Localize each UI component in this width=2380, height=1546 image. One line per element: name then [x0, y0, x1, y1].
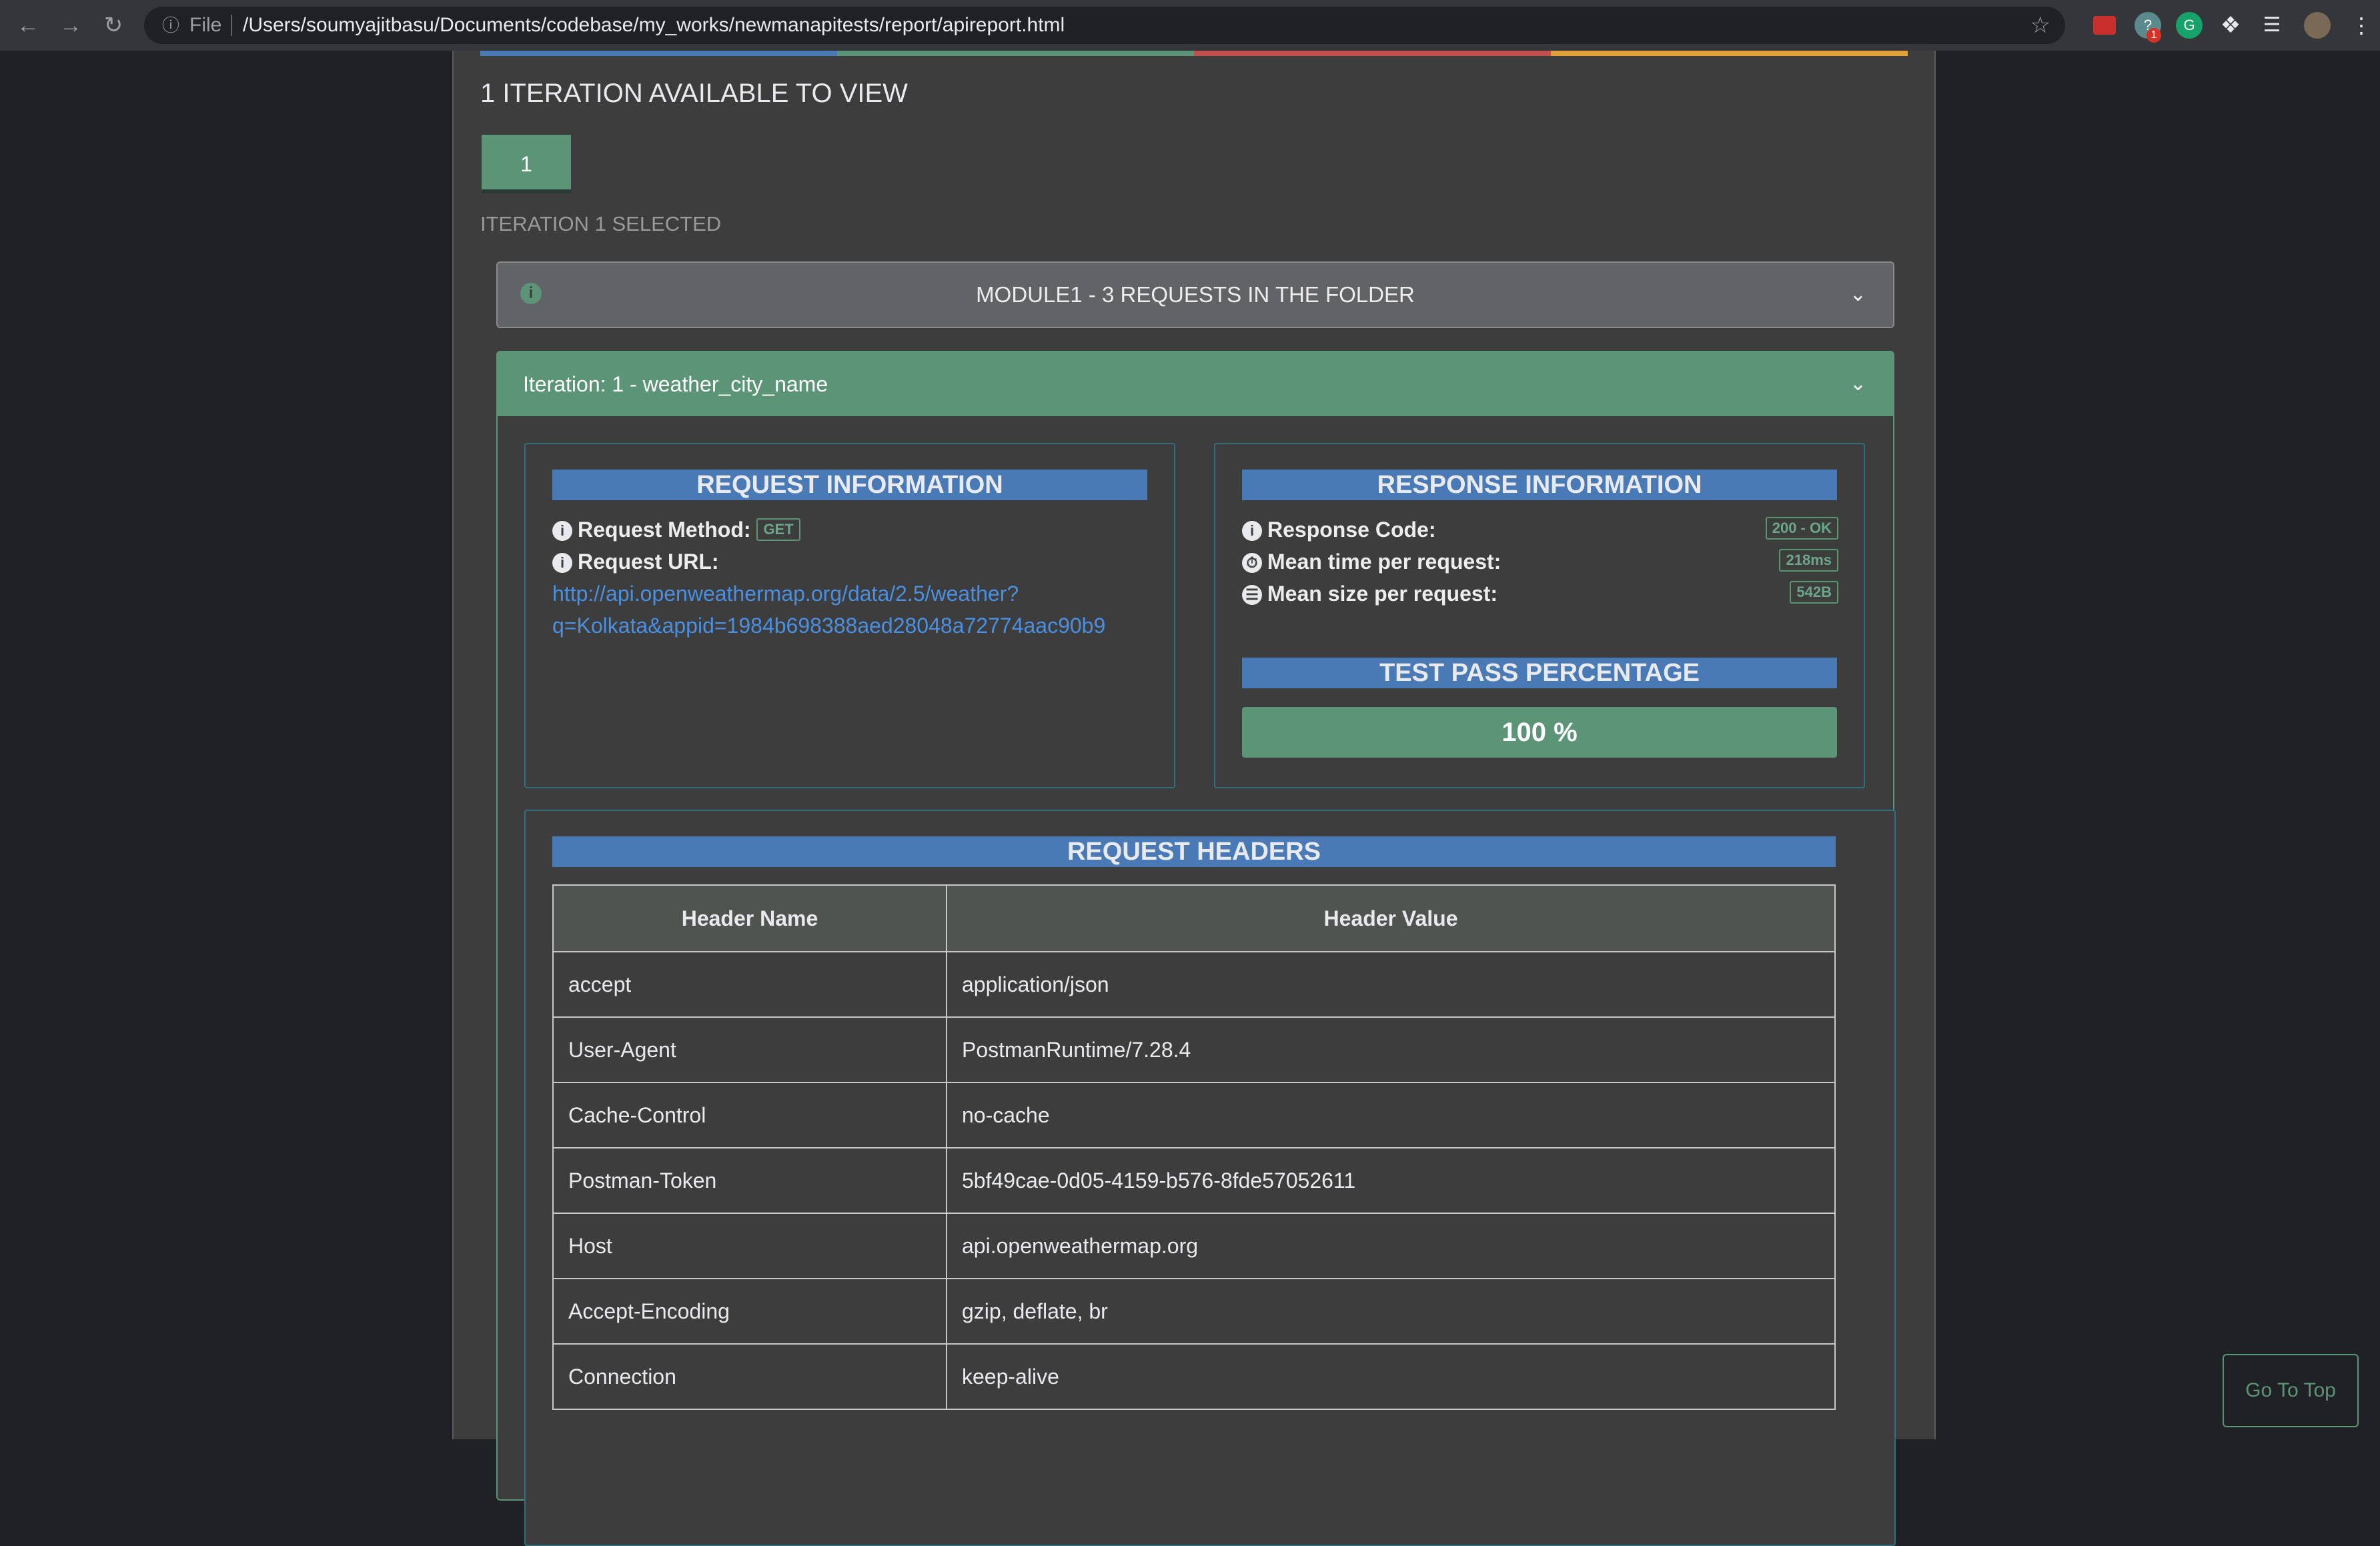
grammarly-icon[interactable]: G: [2176, 12, 2203, 39]
iteration-card: Iteration: 1 - weather_city_name ⌄ REQUE…: [496, 351, 1896, 1546]
test-pass-bar: 100 %: [1242, 707, 1837, 758]
request-url-row: i Request URL:: [552, 550, 719, 574]
mean-size-label: Mean size per request:: [1267, 582, 1498, 606]
table-row: accept application/json: [552, 951, 1836, 1018]
chevron-down-icon[interactable]: ⌄: [1850, 263, 1866, 327]
iteration-card-title: Iteration: 1 - weather_city_name: [523, 372, 828, 396]
back-icon[interactable]: ←: [12, 9, 44, 41]
database-icon: ☰: [1242, 585, 1262, 605]
scheme-label: File: [189, 14, 222, 36]
mean-time-label: Mean time per request:: [1267, 550, 1502, 574]
response-information-box: RESPONSE INFORMATION i Response Code: 200…: [1214, 443, 1865, 788]
mean-time-value-wrap: 218ms: [1779, 548, 1838, 573]
extension-badge: 1: [2147, 28, 2161, 43]
color-stripe: [480, 51, 1908, 56]
header-name-cell: Postman-Token: [552, 1147, 947, 1214]
column-header: Header Name: [552, 884, 947, 952]
module-accordion[interactable]: i MODULE1 - 3 REQUESTS IN THE FOLDER ⌄: [496, 261, 1894, 328]
request-url-line2[interactable]: q=Kolkata&appid=1984b698388aed28048a7277…: [552, 610, 1105, 642]
response-code-badge: 200 - OK: [1765, 517, 1838, 540]
request-headers-table: Header Name Header Value accept applicati…: [552, 884, 1836, 1410]
mean-size-row: ☰ Mean size per request:: [1242, 582, 1498, 606]
info-circle-icon: i: [552, 521, 572, 541]
request-url-link[interactable]: http://api.openweathermap.org/data/2.5/w…: [552, 578, 1105, 642]
request-headers-title: REQUEST HEADERS: [552, 836, 1836, 867]
mean-size-badge: 542B: [1790, 581, 1838, 604]
header-value-cell: application/json: [946, 951, 1836, 1018]
url-text[interactable]: /Users/soumyajitbasu/Documents/codebase/…: [243, 7, 1065, 44]
browser-toolbar: ← → ↻ ⓘ File /Users/soumyajitbasu/Docume…: [0, 0, 2380, 51]
iteration-card-header[interactable]: Iteration: 1 - weather_city_name ⌄: [498, 352, 1893, 416]
report-panel: 1 ITERATION AVAILABLE TO VIEW 1 ITERATIO…: [452, 51, 1936, 1546]
response-information-title: RESPONSE INFORMATION: [1242, 470, 1837, 500]
header-value-cell: no-cache: [946, 1082, 1836, 1148]
table-header-row: Header Name Header Value: [552, 884, 1836, 952]
omnibox-divider: [231, 15, 232, 36]
info-circle-icon: i: [552, 553, 572, 573]
go-to-top-button[interactable]: Go To Top: [2223, 1354, 2359, 1427]
table-row: Cache-Control no-cache: [552, 1082, 1836, 1148]
header-value-cell: 5bf49cae-0d05-4159-b576-8fde57052611: [946, 1147, 1836, 1214]
response-code-value-wrap: 200 - OK: [1765, 516, 1838, 541]
response-code-row: i Response Code:: [1242, 518, 1435, 542]
request-method-row: i Request Method: GET: [552, 518, 800, 542]
star-icon[interactable]: ☆: [2030, 7, 2050, 44]
info-icon[interactable]: ⓘ: [159, 13, 183, 37]
reload-icon[interactable]: ↻: [97, 9, 129, 41]
table-row: Connection keep-alive: [552, 1343, 1836, 1410]
color-stripe-blue: [480, 51, 837, 56]
request-headers-box: REQUEST HEADERS Header Name Header Value…: [524, 810, 1896, 1546]
request-method-badge: GET: [756, 518, 800, 541]
address-bar[interactable]: ⓘ File /Users/soumyajitbasu/Documents/co…: [144, 7, 2065, 44]
color-stripe-orange: [1551, 51, 1908, 56]
color-stripe-red: [1194, 51, 1551, 56]
request-url-line1[interactable]: http://api.openweathermap.org/data/2.5/w…: [552, 578, 1105, 610]
module-label: MODULE1 - 3 REQUESTS IN THE FOLDER: [976, 282, 1415, 307]
header-value-cell: keep-alive: [946, 1343, 1836, 1410]
stopwatch-icon: ⏱: [1242, 553, 1262, 573]
response-code-label: Response Code:: [1267, 518, 1436, 542]
chevron-down-icon[interactable]: ⌄: [1850, 352, 1866, 416]
puzzle-icon[interactable]: ❖: [2217, 12, 2244, 39]
extension-icon[interactable]: [2093, 16, 2116, 35]
header-name-cell: User-Agent: [552, 1016, 947, 1083]
request-url-label: Request URL:: [578, 550, 719, 574]
header-name-cell: accept: [552, 951, 947, 1018]
iteration-button-1[interactable]: 1: [482, 135, 571, 193]
info-circle-icon: i: [1242, 521, 1262, 541]
table-row: User-Agent PostmanRuntime/7.28.4: [552, 1016, 1836, 1083]
request-information-box: REQUEST INFORMATION i Request Method: GET…: [524, 443, 1175, 788]
header-value-cell: api.openweathermap.org: [946, 1213, 1836, 1279]
request-method-label: Request Method:: [578, 518, 751, 542]
profile-avatar[interactable]: [2304, 12, 2331, 39]
mean-time-badge: 218ms: [1779, 549, 1838, 572]
iteration-selected-text: ITERATION 1 SELECTED: [480, 212, 722, 235]
table-row: Accept-Encoding gzip, deflate, br: [552, 1278, 1836, 1345]
header-name-cell: Accept-Encoding: [552, 1278, 947, 1345]
table-row: Host api.openweathermap.org: [552, 1213, 1836, 1279]
color-stripe-green: [837, 51, 1194, 56]
request-information-title: REQUEST INFORMATION: [552, 470, 1147, 500]
column-header: Header Value: [946, 884, 1836, 952]
table-row: Postman-Token 5bf49cae-0d05-4159-b576-8fd…: [552, 1147, 1836, 1214]
forward-icon[interactable]: →: [55, 9, 87, 41]
header-name-cell: Cache-Control: [552, 1082, 947, 1148]
mean-size-value-wrap: 542B: [1790, 580, 1838, 605]
header-value-cell: PostmanRuntime/7.28.4: [946, 1016, 1836, 1083]
header-value-cell: gzip, deflate, br: [946, 1278, 1836, 1345]
reading-list-icon[interactable]: ☰: [2259, 12, 2285, 39]
header-name-cell: Host: [552, 1213, 947, 1279]
test-pass-title: TEST PASS PERCENTAGE: [1242, 658, 1837, 688]
header-name-cell: Connection: [552, 1343, 947, 1410]
iterations-title: 1 ITERATION AVAILABLE TO VIEW: [480, 79, 908, 108]
menu-icon[interactable]: ⋮: [2348, 12, 2375, 39]
mean-time-row: ⏱ Mean time per request:: [1242, 550, 1501, 574]
